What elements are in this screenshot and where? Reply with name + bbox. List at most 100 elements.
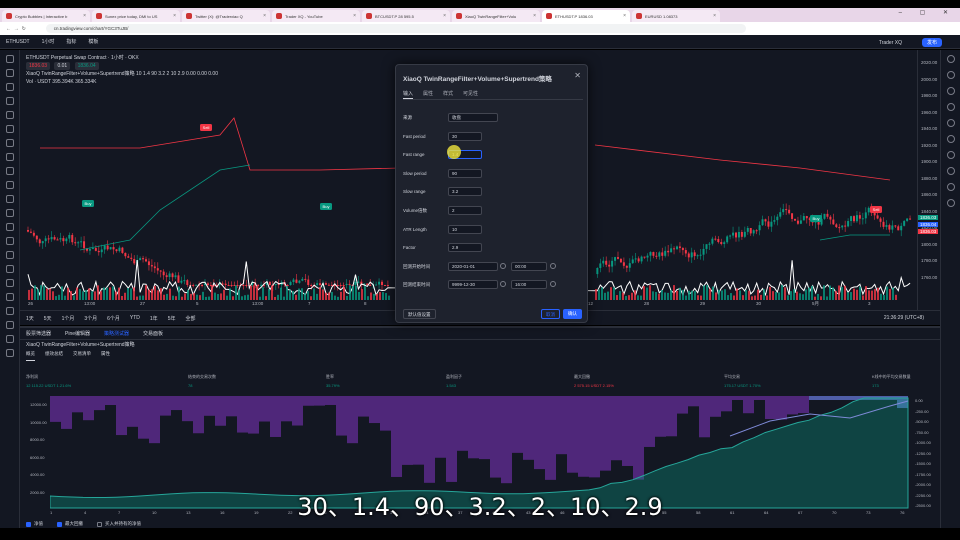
clock-icon[interactable] — [550, 281, 556, 288]
input-field[interactable]: 3.2 — [448, 187, 482, 197]
drawing-tool-icon[interactable] — [5, 125, 14, 133]
calendar-icon[interactable] — [500, 281, 506, 288]
browser-tab[interactable]: Sunex price today, DMI to US × — [92, 10, 180, 22]
indicator-legend[interactable]: XiaoQ TwinRangeFilter+Volume+Supertrend策… — [26, 70, 218, 78]
drawing-tool-icon[interactable] — [5, 111, 14, 119]
browser-tab[interactable]: XiaoQ TwinRangeFilter+Volu × — [452, 10, 540, 22]
browser-tab[interactable]: EURUSD 1.08373 × — [632, 10, 720, 22]
symbol-search[interactable]: ETHUSDT — [6, 39, 30, 45]
panel-tab[interactable]: Pine编辑器 — [65, 330, 90, 337]
signal-label[interactable]: Buy — [320, 203, 332, 210]
input-field[interactable]: 9999-12-30 — [448, 280, 498, 290]
indicators-button[interactable]: 指标 — [66, 38, 76, 45]
back-icon[interactable]: ← — [6, 26, 11, 32]
browser-tab[interactable]: Twitter (X): @Traderxiao Q × — [182, 10, 270, 22]
range-button[interactable]: 6个月 — [107, 315, 120, 322]
clock-icon[interactable] — [550, 262, 556, 269]
drawing-tool-icon[interactable] — [5, 251, 14, 259]
widget-icon[interactable] — [946, 151, 955, 159]
range-button[interactable]: 全部 — [185, 315, 195, 322]
forward-icon[interactable]: → — [14, 26, 19, 32]
range-button[interactable]: 3个月 — [84, 315, 97, 322]
drawing-tool-icon[interactable] — [5, 265, 14, 273]
time-field[interactable]: 16:00 — [511, 280, 547, 290]
close-tab-icon[interactable]: × — [83, 13, 86, 19]
close-tab-icon[interactable]: × — [713, 13, 716, 19]
browser-tab[interactable]: Crypto Bubbles | Interactive b × — [2, 10, 90, 22]
drawing-tool-icon[interactable] — [5, 307, 14, 315]
browser-tab[interactable]: ETHUSDT.P 1836.03 × — [542, 10, 630, 22]
drawing-tool-icon[interactable] — [5, 83, 14, 91]
widget-icon[interactable] — [946, 87, 955, 95]
range-button[interactable]: 5天 — [44, 315, 52, 322]
drawing-tool-icon[interactable] — [5, 321, 14, 329]
panel-tab[interactable]: 交易面板 — [143, 330, 163, 337]
templates-button[interactable]: 模板 — [88, 38, 98, 45]
input-field[interactable]: 2020-01-01 — [448, 261, 498, 271]
drawing-tool-icon[interactable] — [5, 139, 14, 147]
price-axis[interactable]: 2020.00 2000.00 1980.00 1960.00 1940.00 1920.… — [917, 50, 940, 325]
input-field[interactable]: 30 — [448, 131, 482, 141]
source-select[interactable]: 收盘 — [448, 113, 498, 122]
range-button[interactable]: 1天 — [26, 315, 34, 322]
range-button[interactable]: 5年 — [168, 315, 176, 322]
close-tab-icon[interactable]: × — [263, 13, 266, 19]
input-field[interactable]: 10 — [448, 224, 482, 234]
drawing-tool-icon[interactable] — [5, 97, 14, 105]
widget-icon[interactable] — [946, 119, 955, 127]
url-input[interactable]: cn.tradingview.com/chart/YGC3TuJB/ — [45, 24, 746, 33]
browser-tab[interactable]: BTCUSDT.P 28 595.5 × — [362, 10, 450, 22]
close-tab-icon[interactable]: × — [353, 13, 356, 19]
drawing-tool-icon[interactable] — [5, 55, 14, 63]
time-field[interactable]: 00:00 — [511, 261, 547, 271]
drawing-tool-icon[interactable] — [5, 181, 14, 189]
drawing-tool-icon[interactable] — [5, 195, 14, 203]
widget-icon[interactable] — [946, 199, 955, 207]
publish-button[interactable]: 发布 — [921, 38, 942, 47]
input-field[interactable]: 2 — [448, 206, 482, 215]
drawing-tool-icon[interactable] — [5, 167, 14, 175]
user-name[interactable]: Trader XQ — [879, 40, 902, 46]
dialog-tab[interactable]: 属性 — [423, 90, 433, 99]
legend-checkbox[interactable] — [97, 521, 102, 527]
input-field[interactable]: 90 — [448, 168, 482, 178]
close-tab-icon[interactable]: × — [443, 13, 446, 19]
window-controls[interactable]: ‒ ▢ ✕ — [899, 9, 956, 16]
timezone-label[interactable]: 21:36:29 (UTC+8) — [884, 315, 924, 321]
drawing-tool-icon[interactable] — [5, 237, 14, 245]
panel-tab[interactable]: 股票筛选器 — [26, 330, 51, 337]
reload-icon[interactable]: ↻ — [22, 26, 26, 32]
drawing-tool-icon[interactable] — [5, 153, 14, 161]
input-field[interactable]: 2.9 — [448, 243, 482, 253]
close-tab-icon[interactable]: × — [173, 13, 176, 19]
drawing-tool-icon[interactable] — [5, 335, 14, 343]
panel-tab[interactable]: 策略测试器 — [104, 330, 129, 337]
widget-icon[interactable] — [946, 55, 955, 63]
drawing-tool-icon[interactable] — [5, 279, 14, 287]
drawing-tool-icon[interactable] — [5, 223, 14, 231]
range-button[interactable]: 1年 — [150, 315, 158, 322]
signal-label[interactable]: Sell — [200, 124, 212, 131]
legend-checkbox[interactable] — [57, 521, 62, 527]
ok-button[interactable]: 确认 — [563, 309, 582, 319]
browser-tab[interactable]: Trader XQ - YouTube × — [272, 10, 360, 22]
signal-label[interactable]: Buy — [82, 200, 94, 207]
close-icon[interactable]: ✕ — [574, 71, 581, 80]
dialog-tab[interactable]: 样式 — [443, 90, 453, 99]
tester-subtab[interactable]: 概览 — [26, 351, 35, 361]
widget-icon[interactable] — [946, 103, 955, 111]
signal-label[interactable]: Buy — [810, 215, 822, 222]
legend-checkbox[interactable] — [26, 521, 31, 527]
dialog-tab[interactable]: 输入 — [403, 90, 414, 99]
tester-subtab[interactable]: 绩效总结 — [45, 351, 63, 361]
drawing-tool-icon[interactable] — [5, 209, 14, 217]
widget-icon[interactable] — [946, 71, 955, 79]
close-tab-icon[interactable]: × — [533, 13, 536, 19]
widget-icon[interactable] — [946, 167, 955, 175]
cancel-button[interactable]: 取消 — [541, 309, 560, 319]
buy-price-tag[interactable]: 1836.04 — [74, 62, 99, 70]
interval-button[interactable]: 1小时 — [42, 38, 55, 45]
dialog-tab[interactable]: 可见性 — [463, 90, 478, 99]
calendar-icon[interactable] — [500, 262, 506, 269]
close-tab-icon[interactable]: × — [623, 13, 626, 19]
